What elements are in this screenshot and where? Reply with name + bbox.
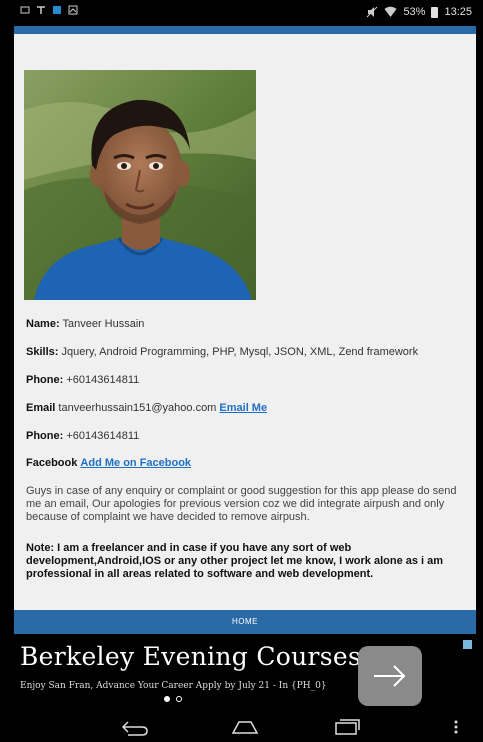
status-bar: 53% 13:25	[14, 0, 476, 26]
phone2-value: +60143614811	[63, 430, 140, 442]
mute-icon	[367, 6, 378, 18]
home-button[interactable]: HOME	[14, 610, 476, 634]
phone-value: +60143614811	[63, 374, 140, 386]
profile-content[interactable]: Name: Tanveer Hussain Skills: Jquery, An…	[14, 34, 476, 610]
name-value: Tanveer Hussain	[59, 318, 145, 330]
signal-t-icon	[37, 6, 45, 14]
ad-page-dot	[176, 696, 182, 702]
adchoices-icon[interactable]	[463, 640, 472, 649]
facebook-line: Facebook Add Me on Facebook	[26, 457, 191, 469]
skills-label: Skills:	[26, 346, 59, 358]
enquiry-note: Guys in case of any enquiry or complaint…	[26, 485, 457, 523]
email-value: tanveerhussain151@yahoo.com	[55, 402, 220, 414]
email-me-link[interactable]: Email Me	[219, 402, 267, 414]
profile-photo	[24, 70, 256, 300]
ad-pager	[164, 696, 182, 702]
menu-icon[interactable]	[452, 718, 460, 736]
name-line: Name: Tanveer Hussain	[26, 318, 144, 330]
phone2-line: Phone: +60143614811	[26, 430, 139, 442]
battery-icon	[431, 6, 439, 18]
app-notification-icon	[53, 6, 61, 14]
name-label: Name:	[26, 318, 60, 330]
ad-go-button[interactable]	[358, 646, 422, 706]
arrow-right-icon	[374, 665, 406, 687]
facebook-label: Facebook	[26, 457, 78, 469]
skills-value: Jquery, Android Programming, PHP, Mysql,…	[58, 346, 419, 358]
freelancer-note: Note: I am a freelancer and in case if y…	[26, 542, 444, 580]
home-icon[interactable]	[230, 718, 260, 736]
wifi-icon	[384, 6, 397, 17]
status-left-icons	[20, 5, 78, 15]
notification-icon	[20, 6, 30, 14]
phone2-label: Phone:	[26, 430, 64, 442]
action-bar	[14, 26, 476, 34]
profile-photo-image	[24, 70, 256, 300]
ad-page-dot-active	[164, 696, 170, 702]
phone-line: Phone: +60143614811	[26, 374, 139, 386]
email-line: Email tanveerhussain151@yahoo.com Email …	[26, 402, 267, 414]
back-icon[interactable]	[120, 718, 150, 736]
app-frame: 53% 13:25 Name: Tanveer Hussain Skills: …	[14, 0, 476, 742]
skills-line: Skills: Jquery, Android Programming, PHP…	[26, 346, 418, 358]
phone-label: Phone:	[26, 374, 64, 386]
ad-banner[interactable]: Berkeley Evening Courses Enjoy San Fran,…	[14, 636, 476, 712]
clock: 13:25	[444, 6, 472, 18]
battery-percent: 53%	[403, 6, 426, 18]
email-label: Email	[26, 402, 56, 414]
status-right-icons: 53% 13:25	[366, 6, 472, 18]
recents-icon[interactable]	[332, 718, 362, 736]
system-nav-bar	[14, 712, 476, 742]
gallery-notification-icon	[68, 5, 78, 15]
ad-subtitle[interactable]: Enjoy San Fran, Advance Your Career Appl…	[20, 681, 327, 691]
ad-title[interactable]: Berkeley Evening Courses	[20, 642, 361, 671]
facebook-link[interactable]: Add Me on Facebook	[80, 457, 191, 469]
